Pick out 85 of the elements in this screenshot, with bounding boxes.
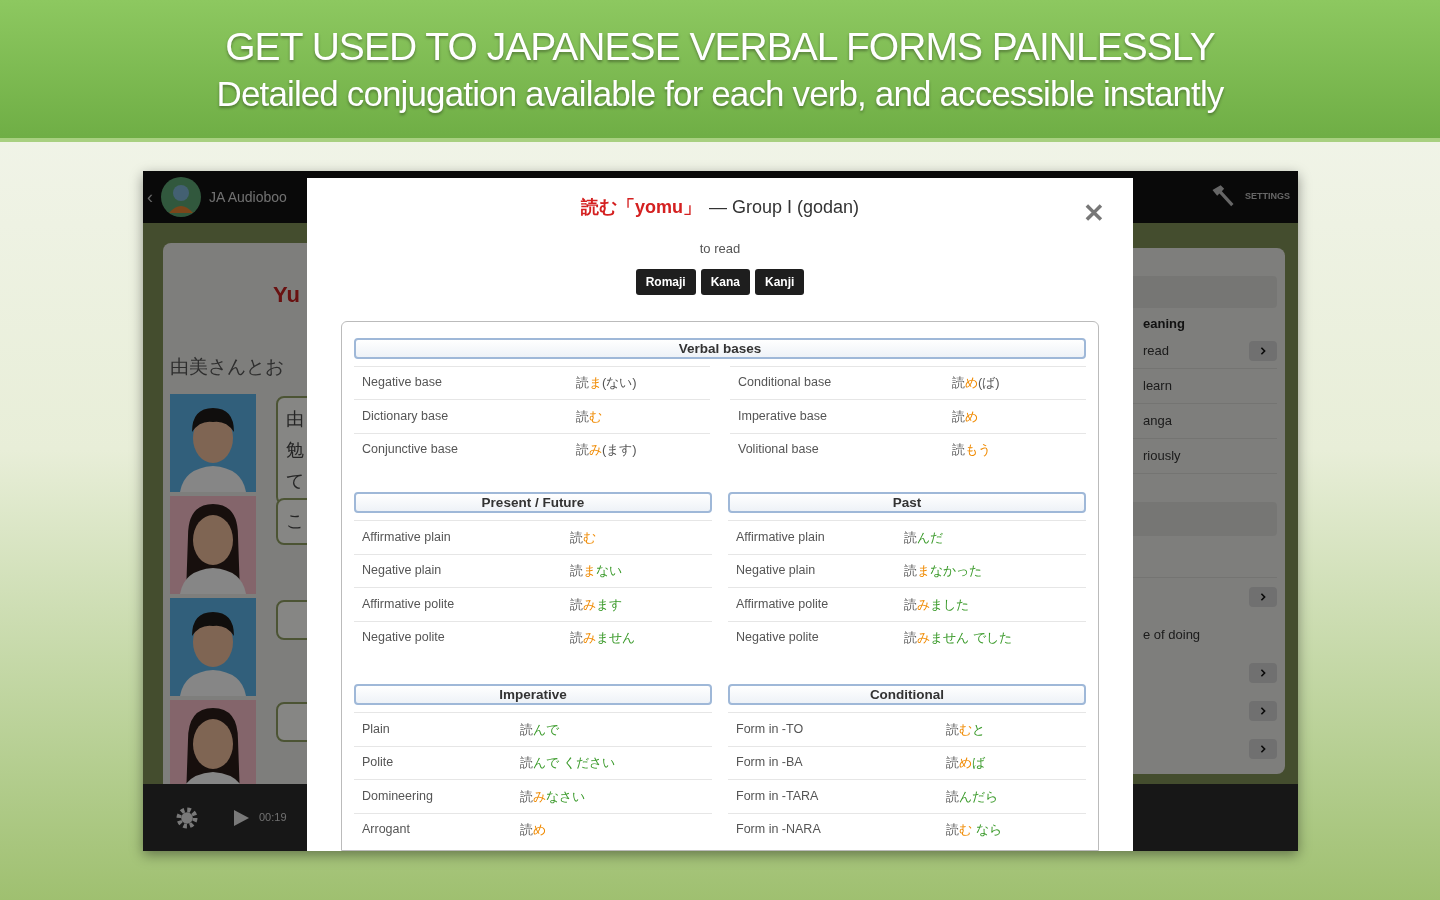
conjugation-value: 読んで ください (520, 754, 615, 772)
conjugation-value: 読み ません でした (904, 629, 1012, 647)
conjugation-value: 読み(ます) (576, 441, 637, 459)
conjugation-value: 読んだ (904, 528, 943, 547)
settings-button[interactable]: SETTINGS (1245, 190, 1290, 204)
chevron-button[interactable] (1249, 586, 1277, 607)
conjugation-value: 読ま なかった (904, 562, 982, 580)
conjugation-value: 読め (520, 821, 546, 839)
menu-heading: eaning (1142, 315, 1186, 333)
conjugation-value: 読ま(ない) (576, 374, 637, 392)
section-header: Past (728, 492, 1086, 513)
form-label: Affirmative plain (736, 528, 826, 546)
close-button[interactable]: ✕ (1083, 200, 1105, 226)
lesson-title: Yu (273, 281, 300, 309)
chevron-button[interactable] (1249, 662, 1277, 683)
menu-item[interactable]: read (1143, 340, 1249, 361)
script-button[interactable]: Romaji (635, 268, 696, 295)
form-label: Affirmative plain (362, 528, 452, 546)
form-label: Negative plain (736, 562, 817, 580)
verb-group: — Group I (godan) (708, 194, 860, 221)
chevron-button[interactable] (1249, 700, 1277, 721)
section-header: Present / Future (354, 492, 712, 513)
form-label: Polite (362, 754, 395, 772)
form-label: Volitional base (738, 441, 820, 459)
script-button[interactable]: Kana (700, 268, 750, 295)
lesson-intro: 由美さんとお (170, 355, 285, 379)
menu-item[interactable]: learn (1143, 375, 1277, 396)
avatar-icon (161, 177, 201, 217)
section-header: Imperative (354, 684, 712, 705)
time-label: 00:19 (259, 810, 287, 826)
form-label: Form in -TO (736, 720, 805, 738)
bubble-text: て (286, 469, 305, 493)
form-label: Conditional base (738, 374, 833, 392)
form-label: Imperative base (738, 407, 828, 425)
bubble-text: こ (286, 509, 305, 533)
chevron-right-icon (1259, 706, 1267, 715)
conjugation-value: 読む なら (946, 821, 1002, 839)
conjugation-value: 読み ました (904, 595, 969, 614)
conjugation-value: 読む と (946, 720, 985, 739)
app-title: JA Audioboo (209, 187, 287, 207)
form-label: Negative base (362, 374, 443, 392)
bubble-text: 勉 (286, 438, 305, 462)
conjugation-value: 読め (952, 407, 978, 426)
verb-meaning: to read (699, 240, 741, 258)
form-label: Form in -BA (736, 754, 804, 772)
form-label: Domineering (362, 787, 434, 805)
bubble-text: 由 (286, 407, 305, 431)
form-label: Negative plain (362, 562, 443, 580)
form-label: Form in -TARA (736, 787, 820, 805)
form-label: Affirmative polite (362, 595, 456, 613)
form-label: Negative polite (362, 629, 446, 647)
script-button[interactable]: Kanji (755, 268, 805, 295)
section-header: Conditional (728, 684, 1086, 705)
form-label: Form in -NARA (736, 821, 822, 839)
form-label: Conjunctive base (362, 441, 459, 459)
form-label: Arrogant (362, 821, 411, 839)
menu-item[interactable]: e of doing (1143, 624, 1277, 645)
chevron-right-icon (1259, 668, 1267, 677)
form-label: Negative polite (736, 629, 820, 647)
conjugation-value: 読む (570, 528, 596, 547)
headline: GET USED TO JAPANESE VERBAL FORMS PAINLESSLY (225, 27, 1215, 66)
conjugation-value: 読め(ば) (952, 374, 1000, 392)
conjugation-value: 読み ます (570, 595, 622, 614)
chevron-right-icon (1259, 592, 1267, 601)
conjugation-value: 読みなさい (520, 787, 585, 806)
form-label: Affirmative polite (736, 595, 830, 613)
conjugation-value: 読ま ない (570, 562, 622, 580)
chevron-right-icon (1259, 744, 1267, 753)
chevron-button[interactable] (1249, 340, 1277, 361)
back-button[interactable]: ‹ (147, 183, 153, 211)
menu-item[interactable]: anga (1143, 410, 1277, 431)
verb-title: 読む「yomu」 (580, 196, 701, 219)
menu-item[interactable]: riously (1143, 445, 1277, 466)
conjugation-value: 読もう (952, 441, 991, 459)
conjugation-value: 読めば (946, 754, 985, 772)
form-label: Dictionary base (362, 407, 450, 425)
conjugation-value: 読んで (520, 720, 559, 739)
conjugation-value: 読んだら (946, 787, 998, 806)
subtitle: Detailed conjugation available for each verb, and accessible instantly (216, 76, 1224, 111)
section-header: Verbal bases (354, 337, 1086, 359)
chevron-button[interactable] (1249, 738, 1277, 759)
conjugation-value: 読む (576, 407, 602, 426)
chevron-right-icon (1259, 346, 1267, 355)
conjugation-value: 読み ません (570, 629, 635, 647)
form-label: Plain (362, 720, 391, 738)
